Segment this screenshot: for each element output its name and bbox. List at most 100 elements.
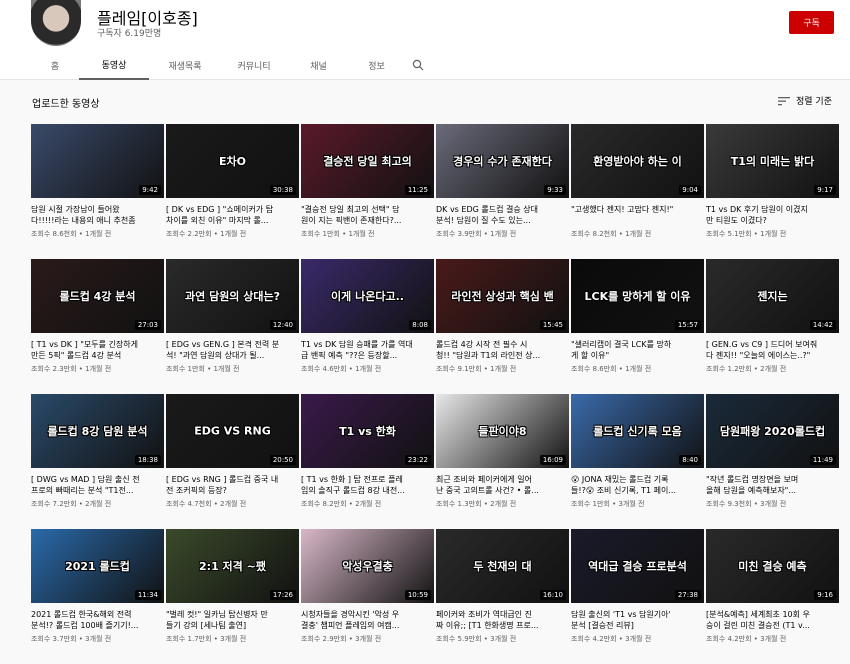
video-title[interactable]: 페이커와 조비가 역대급인 진짜 이유;; [T1 한화생명 프로... [436, 609, 569, 631]
video-title[interactable]: [ GEN.G vs C9 ] 드디어 보여줘 다 젠지!! "오늘의 에이스는.… [706, 339, 839, 361]
video-thumbnail[interactable]: 경우의 수가 존재한다 9:33 [436, 124, 569, 198]
video-card[interactable]: 과연 담원의 상대는? 12:40 [ EDG vs GEN.G ] 본격 전력 분… [166, 259, 299, 394]
video-title-line: 만 티원도 이겼다? [706, 216, 767, 225]
channel-header: 플레임[이호종] 구독자 6.19만명 구독 홈 동영상 재생목록 커뮤니티 채… [0, 0, 850, 80]
video-thumbnail[interactable]: E차O 30:38 [166, 124, 299, 198]
video-thumbnail[interactable]: EDG VS RNG 20:50 [166, 394, 299, 468]
video-thumbnail[interactable]: 두 천재의 대 16:10 [436, 529, 569, 603]
video-card[interactable]: 롤드컵 4강 분석 27:03 [ T1 vs DK ] "모두를 긴장하게 만든 5… [31, 259, 164, 394]
video-meta: 조회수 4.6만회 • 1개월 전 [301, 365, 382, 373]
video-card[interactable]: 롤드컵 신기록 모음 8:40 😮 JONA 재밌는 롤드컵 기록 들!?😮 조비 신… [571, 394, 704, 529]
video-title[interactable]: "결승전 당일 최고의 선택" 담 원이 지는 픽밴이 존재한다?... [301, 204, 434, 226]
video-title-line: 승이 걸린 미친 결승전 (T1 v... [706, 621, 810, 630]
video-title[interactable]: 담원 출신의 'T1 vs 담원기아' 분석 [결승전 리뷰] [571, 609, 704, 631]
video-title[interactable]: [ T1 vs 한화 ] 탑 전프로 플레 임의 솔직구 롤드컵 8강 내전... [301, 474, 434, 496]
video-thumbnail[interactable]: 라인전 상성과 핵심 밴 15:45 [436, 259, 569, 333]
video-title[interactable]: [ DK vs EDG ] "쇼메이커가 탑 차이를 외친 이유" 마지막 롤..… [166, 204, 299, 226]
thumbnail-caption: 미친 결승 예측 [738, 560, 807, 573]
subscribe-button[interactable]: 구독 [789, 11, 834, 34]
video-title[interactable]: [ EDG vs GEN.G ] 본격 전력 분 석! "과연 담원의 상대가 될… [166, 339, 299, 361]
video-title[interactable]: 😮 JONA 재밌는 롤드컵 기록 들!?😮 조비 신기록, T1 페이... [571, 474, 704, 496]
video-meta: 조회수 2.3만회 • 1개월 전 [31, 365, 112, 373]
video-duration: 11:25 [404, 185, 431, 195]
video-card[interactable]: 이게 나온다고.. 8:08 T1 vs DK 담원 승패를 가를 역대 급 밴픽 예… [301, 259, 434, 394]
video-thumbnail[interactable]: 담원패왕 2020롤드컵 11:49 [706, 394, 839, 468]
video-card[interactable]: 2:1 저격 ~팼 17:26 "벌레 컷!" 일카님 탑신병자 만 들기 강의 [세… [166, 529, 299, 664]
video-title[interactable]: "작년 롤드컵 명장면을 보며 올해 담원을 예측해보자"... [706, 474, 839, 496]
video-card[interactable]: E차O 30:38 [ DK vs EDG ] "쇼메이커가 탑 차이를 외친 이유"… [166, 124, 299, 259]
video-meta: 조회수 2.2만회 • 1개월 전 [166, 230, 247, 238]
video-thumbnail[interactable]: 2021 롤드컵 11:34 [31, 529, 164, 603]
video-thumbnail[interactable]: 9:42 [31, 124, 164, 198]
video-title-line: 청!! "담원과 T1의 라인전 상... [436, 351, 541, 360]
video-card[interactable]: LCK를 망하게 할 이유 15:57 "샐러리캡이 결국 LCK를 망하 게 할 이… [571, 259, 704, 394]
video-thumbnail[interactable]: 젠지는 14:42 [706, 259, 839, 333]
video-title[interactable]: 담원 시절 가장남이 들어왔 다!!!!!라는 내용의 애니 추천좀 [31, 204, 164, 226]
video-card[interactable]: 라인전 상성과 핵심 밴 15:45 롤드컵 4강 시작 전 필수 시 청!! "담원… [436, 259, 569, 394]
video-thumbnail[interactable]: 들판이야8 16:09 [436, 394, 569, 468]
video-card[interactable]: 미친 결승 예측 9:16 [분석&예측] 세계최초 10회 우 승이 걸린 미친 결… [706, 529, 839, 664]
video-title-line: [ EDG vs GEN.G ] 본격 전력 분 [166, 340, 280, 349]
video-title[interactable]: [분석&예측] 세계최초 10회 우 승이 걸린 미친 결승전 (T1 v... [706, 609, 839, 631]
thumbnail-caption: 결승전 당일 최고의 [323, 155, 412, 168]
video-card[interactable]: 두 천재의 대 16:10 페이커와 조비가 역대급인 진짜 이유;; [T1 한화… [436, 529, 569, 664]
video-thumbnail[interactable]: 결승전 당일 최고의 11:25 [301, 124, 434, 198]
video-meta: 조회수 1.7만회 • 3개월 전 [166, 635, 247, 643]
video-title[interactable]: [ T1 vs DK ] "모두를 긴장하게 만든 5픽" 롤드컵 4강 분석 [31, 339, 164, 361]
video-thumbnail[interactable]: 환영받아야 하는 이 9:04 [571, 124, 704, 198]
video-thumbnail[interactable]: 2:1 저격 ~팼 17:26 [166, 529, 299, 603]
video-title[interactable]: [ EDG vs RNG ] 롤드컵 중국 내전 조커픽의 등장? [166, 474, 299, 496]
video-card[interactable]: T1의 미래는 밝다 9:17 T1 vs DK 후기 담원이 이겼지 만 티원도 이… [706, 124, 839, 259]
video-thumbnail[interactable]: T1 vs 한화 23:22 [301, 394, 434, 468]
video-thumbnail[interactable]: 롤드컵 신기록 모음 8:40 [571, 394, 704, 468]
tab-about[interactable]: 정보 [350, 50, 403, 80]
video-card[interactable]: 담원패왕 2020롤드컵 11:49 "작년 롤드컵 명장면을 보며 올해 담원을 예… [706, 394, 839, 529]
video-title[interactable]: T1 vs DK 담원 승패를 가를 역대 급 밴픽 예측 "??은 등장할... [301, 339, 434, 361]
tab-channels[interactable]: 채널 [287, 50, 350, 80]
video-card[interactable]: 결승전 당일 최고의 11:25 "결승전 당일 최고의 선택" 담 원이 지는 픽밴… [301, 124, 434, 259]
video-card[interactable]: 역대급 결승 프로분석 27:38 담원 출신의 'T1 vs 담원기아' 분석 [결… [571, 529, 704, 664]
video-title-line: 만든 5픽" 롤드컵 4강 분석 [31, 351, 122, 360]
video-card[interactable]: 젠지는 14:42 [ GEN.G vs C9 ] 드디어 보여줘 다 젠지!! "오… [706, 259, 839, 394]
video-title[interactable]: DK vs EDG 롤드컵 결승 상대 분석! 담원이 질 수도 있는... [436, 204, 569, 226]
video-thumbnail[interactable]: T1의 미래는 밝다 9:17 [706, 124, 839, 198]
video-card[interactable]: 환영받아야 하는 이 9:04 "고생했다 젠지! 고맙다 젠지!" 조회수 8.2천… [571, 124, 704, 259]
video-title[interactable]: 시청자들을 경악시킨 '악성 우 결충' 챔피언 플레임의 여캠... [301, 609, 434, 631]
thumbnail-caption: 악성우결충 [342, 560, 393, 573]
thumbnail-caption: E차O [219, 155, 246, 168]
video-card[interactable]: 악성우결충 10:59 시청자들을 경악시킨 '악성 우 결충' 챔피언 플레임의 여… [301, 529, 434, 664]
video-thumbnail[interactable]: 역대급 결승 프로분석 27:38 [571, 529, 704, 603]
video-thumbnail[interactable]: 과연 담원의 상대는? 12:40 [166, 259, 299, 333]
tab-playlists[interactable]: 재생목록 [149, 50, 221, 80]
video-card[interactable]: 9:42 담원 시절 가장남이 들어왔 다!!!!!라는 내용의 애니 추천좀 조회수… [31, 124, 164, 259]
video-card[interactable]: T1 vs 한화 23:22 [ T1 vs 한화 ] 탑 전프로 플레 임의 솔직구… [301, 394, 434, 529]
video-card[interactable]: 롤드컵 8강 담원 분석 18:38 [ DWG vs MAD ] 담원 출신 전프… [31, 394, 164, 529]
tab-home[interactable]: 홈 [31, 50, 79, 80]
video-title[interactable]: "벌레 컷!" 일카님 탑신병자 만 들기 강의 [세나팀 출연] [166, 609, 299, 631]
video-title[interactable]: 2021 롤드컵 한국&해외 전력 분석!? 롤드컵 100배 즐기기!... [31, 609, 164, 631]
video-card[interactable]: 2021 롤드컵 11:34 2021 롤드컵 한국&해외 전력 분석!? 롤드컵 1… [31, 529, 164, 664]
video-title-line: 난 중국 고의트롤 사건? • 롤... [436, 486, 539, 495]
video-title-line: "벌레 컷!" 일카님 탑신병자 만 [166, 610, 268, 619]
video-thumbnail[interactable]: 악성우결충 10:59 [301, 529, 434, 603]
video-title[interactable]: "샐러리캡이 결국 LCK를 망하 게 할 이유" [571, 339, 704, 361]
tab-community[interactable]: 커뮤니티 [221, 50, 287, 80]
video-thumbnail[interactable]: 롤드컵 4강 분석 27:03 [31, 259, 164, 333]
video-thumbnail[interactable]: 이게 나온다고.. 8:08 [301, 259, 434, 333]
video-title[interactable]: [ DWG vs MAD ] 담원 출신 전 프로의 빠때리는 분석 "T1전..… [31, 474, 164, 496]
tab-videos[interactable]: 동영상 [79, 50, 149, 80]
video-title[interactable]: T1 vs DK 후기 담원이 이겼지 만 티원도 이겼다? [706, 204, 839, 226]
sort-button[interactable]: 정렬 기준 [778, 94, 832, 107]
video-thumbnail[interactable]: 미친 결승 예측 9:16 [706, 529, 839, 603]
video-title[interactable]: 롤드컵 4강 시작 전 필수 시 청!! "담원과 T1의 라인전 상... [436, 339, 569, 361]
thumbnail-caption: 2021 롤드컵 [65, 560, 130, 573]
video-card[interactable]: 경우의 수가 존재한다 9:33 DK vs EDG 롤드컵 결승 상대 분석! 담원… [436, 124, 569, 259]
video-title[interactable]: 최근 조비와 페이커에게 일어 난 중국 고의트롤 사건? • 롤... [436, 474, 569, 496]
video-title[interactable]: "고생했다 젠지! 고맙다 젠지!" [571, 204, 704, 226]
video-card[interactable]: EDG VS RNG 20:50 [ EDG vs RNG ] 롤드컵 중국 내전 … [166, 394, 299, 529]
video-card[interactable]: 들판이야8 16:09 최근 조비와 페이커에게 일어 난 중국 고의트롤 사건? •… [436, 394, 569, 529]
channel-avatar[interactable] [31, 0, 81, 46]
search-icon[interactable] [403, 50, 433, 80]
video-thumbnail[interactable]: LCK를 망하게 할 이유 15:57 [571, 259, 704, 333]
video-thumbnail[interactable]: 롤드컵 8강 담원 분석 18:38 [31, 394, 164, 468]
